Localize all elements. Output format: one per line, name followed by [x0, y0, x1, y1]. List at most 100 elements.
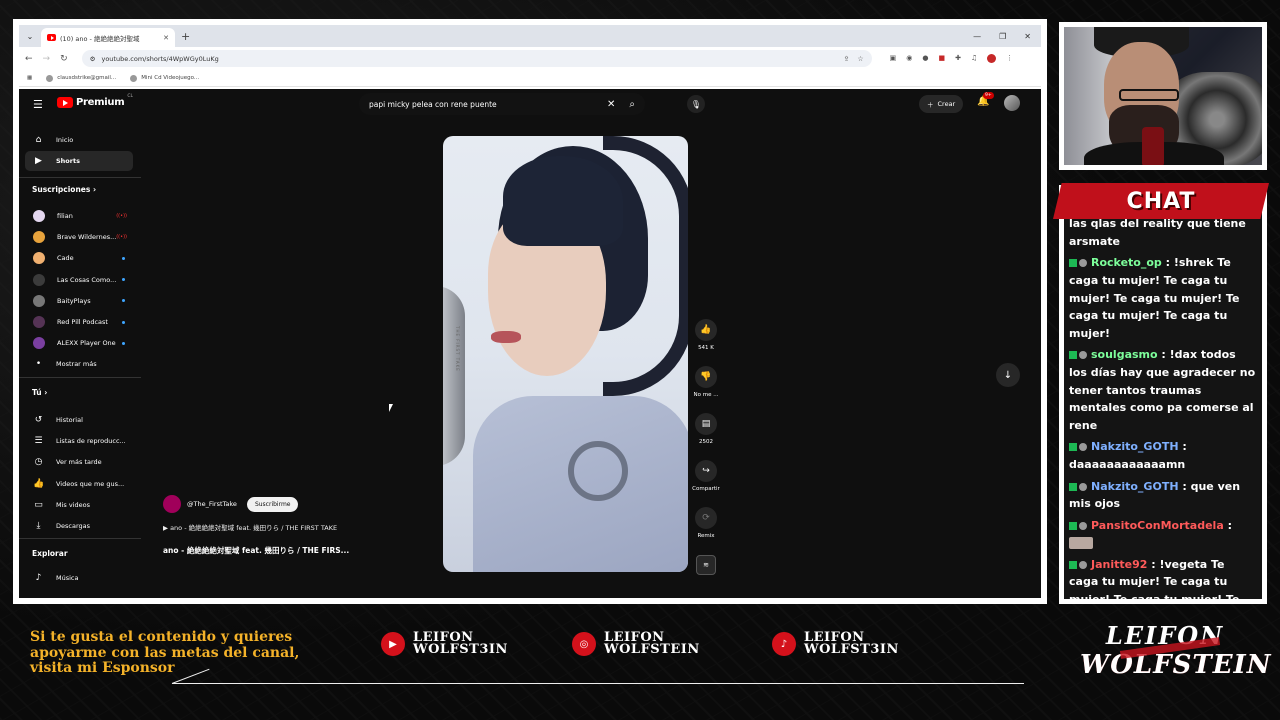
sidebar-item-listas-de-reproducc[interactable]: ☰ Listas de reproducc... [25, 431, 133, 451]
sidebar-item-label: Brave Wildernes... [57, 233, 117, 242]
chat-username[interactable]: Janitte92 [1091, 558, 1147, 571]
minimize-icon[interactable]: — [973, 32, 981, 41]
close-window-icon[interactable]: ✕ [1024, 32, 1031, 41]
sidebar-item-brave-wildernes[interactable]: Brave Wildernes... ((•)) [25, 227, 133, 247]
share-button[interactable]: ↪ Compartir [690, 460, 722, 492]
channel-info: @The_FirstTake Suscribirme [163, 495, 299, 513]
short-video-player[interactable]: THE FIRST TAKE [443, 136, 688, 572]
profile-avatar[interactable] [987, 54, 997, 63]
chat-username[interactable]: Nakzito_GOTH [1091, 440, 1179, 453]
mouse-cursor [389, 404, 393, 412]
chat-text: : [1227, 518, 1233, 532]
comments-button[interactable]: ▤ 2502 [690, 413, 722, 445]
clear-search-icon[interactable]: ✕ [607, 99, 615, 110]
sidebar-item-label: Historial [56, 416, 83, 424]
extensions: ▣ ◉ ● ■ ✚ ♫ ⋮ [890, 54, 1013, 63]
like-button[interactable]: 👍 541 K [690, 319, 722, 351]
tab-close-icon[interactable]: ✕ [163, 34, 169, 42]
sound-button[interactable]: ≋ [690, 555, 722, 575]
channel-name[interactable]: @The_FirstTake [187, 500, 237, 508]
extension-icon[interactable]: ▣ [890, 54, 897, 63]
extension-icon[interactable]: ◉ [906, 54, 912, 63]
sponsor-promo-text: Si te gusta el contenido y quieres apoya… [30, 629, 300, 676]
sidebar-item-alexx-player-one[interactable]: ALEXX Player One [25, 333, 133, 353]
sidebar-item-descargas[interactable]: ⤓ Descargas [25, 516, 133, 536]
sidebar-item-red-pill-podcast[interactable]: Red Pill Podcast [25, 312, 133, 332]
new-content-dot [122, 341, 125, 345]
youtube-play-icon [57, 97, 73, 108]
forward-icon[interactable]: → [43, 54, 51, 64]
chat-message: Nakzito_GOTH : que ven mis ojos [1069, 478, 1257, 513]
dislike-button[interactable]: 👎 No me ... [690, 366, 722, 398]
home-icon: ⌂ [35, 135, 42, 145]
chat-username[interactable]: Nakzito_GOTH [1091, 480, 1179, 493]
song-link[interactable]: ▶ ano - 絶絶絶絶対聖域 feat. 幾田りら / THE FIRST T… [163, 522, 337, 532]
install-app-icon[interactable]: ⇪ [843, 55, 849, 63]
chat-emote [1069, 537, 1093, 550]
bookmark-star-icon[interactable]: ☆ [857, 55, 863, 63]
tab-search-icon[interactable]: ⌄ [19, 32, 41, 41]
youtube-logo[interactable]: Premium CL [57, 94, 133, 108]
account-avatar[interactable] [1004, 95, 1020, 111]
user-badge-icon [1079, 259, 1087, 268]
explore-header[interactable]: Explorar [32, 549, 68, 558]
sidebar-item-mostrar-m-s[interactable]: • Mostrar más [25, 354, 133, 374]
extension-icon[interactable]: ● [922, 54, 928, 63]
sidebar-item-videos-que-me-gus[interactable]: 👍 Videos que me gus... [25, 474, 133, 494]
chat-username[interactable]: PansitoConMortadela [1091, 519, 1224, 532]
browser-tab[interactable]: (10) ano - 絶絶絶絶対聖域 ✕ [41, 28, 175, 47]
create-button[interactable]: ＋ Crear [919, 95, 964, 113]
sidebar-item-label: Videos que me gus... [56, 479, 125, 488]
new-content-dot [122, 278, 125, 282]
chat-username[interactable]: soulgasmo [1091, 348, 1158, 361]
chevron-down-icon: • [35, 359, 42, 370]
webcam-feed [1064, 27, 1262, 165]
chat-message: Janitte92 : !vegeta Te caga tu mujer! Te… [1069, 556, 1257, 599]
hamburger-menu-icon[interactable]: ☰ [33, 98, 43, 111]
remix-button[interactable]: ⟳ Remix [690, 507, 722, 539]
puzzle-icon[interactable]: ✚ [955, 54, 961, 63]
user-badge-icon [1079, 482, 1087, 491]
voice-search-icon[interactable]: 🎙 [687, 95, 705, 113]
bookmark-item[interactable]: clausdstrike@gmail... [46, 74, 116, 82]
sidebar-item-m-sica[interactable]: ♪ Música [25, 568, 133, 588]
sidebar-item-ver-m-s-tarde[interactable]: ◷ Ver más tarde [25, 452, 133, 472]
site-info-icon[interactable]: ⚙ [90, 55, 96, 63]
sidebar-item-historial[interactable]: ↺ Historial [25, 410, 133, 430]
sidebar-item-inicio[interactable]: ⌂ Inicio [25, 130, 133, 150]
next-short-button[interactable]: ↓ [996, 363, 1020, 387]
maximize-icon[interactable]: ❐ [999, 32, 1006, 41]
tiktok-icon: ♪ [772, 632, 796, 656]
media-icon[interactable]: ♫ [971, 54, 977, 63]
sidebar-item-filian[interactable]: filian ((•)) [25, 206, 133, 226]
extension-icon[interactable]: ■ [938, 54, 945, 63]
subscriptions-header[interactable]: Suscripciones › [32, 185, 96, 194]
new-tab-icon[interactable]: + [181, 30, 190, 43]
sidebar-item-label: Mostrar más [56, 360, 97, 369]
sidebar-item-baityplays[interactable]: BaityPlays [25, 291, 133, 311]
sidebar-item-mis-videos[interactable]: ▭ Mis videos [25, 495, 133, 515]
chat-username[interactable]: Rocketo_op [1091, 256, 1162, 269]
apps-icon[interactable]: ▦ [27, 75, 32, 81]
channel-avatar [33, 210, 45, 222]
channel-avatar[interactable] [163, 495, 181, 513]
search-input[interactable]: papi micky pelea con rene puente [369, 100, 607, 109]
back-icon[interactable]: ← [25, 54, 33, 64]
sidebar-item-label: Inicio [56, 136, 74, 144]
channel-avatar [33, 252, 45, 265]
reload-icon[interactable]: ↻ [60, 54, 68, 64]
sidebar-item-las-cosas-como[interactable]: Las Cosas Como... [25, 270, 133, 290]
subscribe-button[interactable]: Suscribirme [246, 496, 299, 512]
sidebar-item-shorts[interactable]: ▶ Shorts [25, 151, 133, 171]
address-bar[interactable]: ⚙ youtube.com/shorts/4WpWGy0LuKg ⇪ ☆ [81, 50, 872, 67]
sidebar-item-cade[interactable]: Cade [25, 248, 133, 268]
tab-title: (10) ano - 絶絶絶絶対聖域 [60, 34, 140, 43]
menu-icon[interactable]: ⋮ [1006, 54, 1013, 63]
bookmark-item[interactable]: Mini Cd Videojuego... [130, 74, 199, 82]
search-icon[interactable]: ⌕ [629, 99, 635, 110]
download-icon: ⤓ [36, 521, 41, 531]
search-box[interactable]: papi micky pelea con rene puente ✕ ⌕ [359, 93, 645, 115]
clock-icon: ◷ [34, 457, 43, 468]
short-title[interactable]: ano - 絶絶絶絶対聖域 feat. 幾田りら / THE FIRS... [163, 545, 349, 556]
you-header[interactable]: Tú › [32, 388, 47, 397]
